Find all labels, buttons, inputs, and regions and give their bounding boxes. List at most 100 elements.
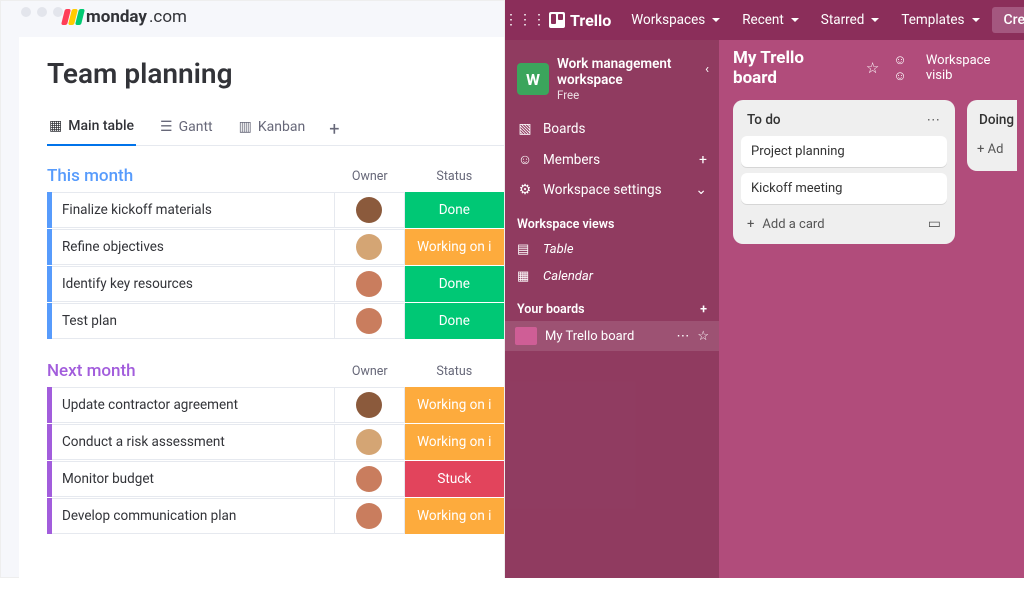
table-row[interactable]: Refine objectives Working on i [47,229,504,265]
workspace-view-label: Calendar [543,269,593,284]
sidebar-section-your-boards: Your boards+ [505,290,719,321]
task-name[interactable]: Conduct a risk assessment [52,424,335,460]
card[interactable]: Project planning [741,136,947,167]
card[interactable]: Kickoff meeting [741,173,947,204]
trello-logo[interactable]: Trello [541,11,619,30]
workspace-view-calendar[interactable]: ▦ Calendar [505,263,719,290]
owner-cell[interactable] [335,424,405,460]
task-name[interactable]: Develop communication plan [52,498,335,534]
board-visibility-button[interactable]: ☺⁣☺Workspace visib [893,52,1024,84]
board-lists: To do⋯ Project planning Kickoff meeting … [733,100,1024,244]
gear-icon: ⚙ [517,182,533,198]
sidebar-collapse-icon[interactable]: ‹ [705,62,709,77]
monday-logo: monday.com [63,7,504,27]
top-menu-workspaces[interactable]: Workspaces [621,8,730,32]
view-tab-gantt[interactable]: ☰Gantt [158,115,215,145]
owner-cell[interactable] [335,229,405,265]
add-card-button[interactable]: + Ad [975,136,1009,163]
avatar [356,197,382,223]
owner-cell[interactable] [335,266,405,302]
top-menu-recent[interactable]: Recent [732,8,809,32]
workspace-header[interactable]: W Work management workspace Free ‹ [505,48,719,114]
trello-app-window: ⋮⋮⋮ Trello Workspaces Recent Starred Tem… [505,0,1024,578]
add-card-label: Add a card [762,217,824,232]
monday-logo-icon [63,9,83,25]
sidebar-item-members[interactable]: ☺Members+ [505,144,719,175]
add-board-icon[interactable]: + [700,302,707,317]
table-row[interactable]: Conduct a risk assessment Working on i [47,424,504,460]
table-row[interactable]: Update contractor agreement Working on i [47,387,504,423]
sidebar-item-boards[interactable]: ▧Boards [505,114,719,144]
task-name[interactable]: Refine objectives [52,229,335,265]
people-icon: ☺⁣☺ [893,52,919,84]
apps-switcher-icon[interactable]: ⋮⋮⋮ [511,6,539,34]
workspace-view-table[interactable]: ▤Table [505,236,719,263]
avatar [356,234,382,260]
top-menu-templates[interactable]: Templates [891,8,989,32]
status-cell[interactable]: Working on i [405,229,504,265]
sidebar-section-workspace-views: Workspace views [505,205,719,236]
status-cell[interactable]: Done [405,192,504,228]
task-name[interactable]: Test plan [52,303,335,339]
star-icon[interactable]: ☆ [866,59,879,77]
top-menu-starred[interactable]: Starred [811,8,890,32]
task-name[interactable]: Finalize kickoff materials [52,192,335,228]
card-template-icon[interactable]: ▭ [928,216,941,232]
owner-cell[interactable] [335,303,405,339]
board-title[interactable]: Team planning [47,57,504,90]
board-item-label: My Trello board [545,329,634,344]
table-row[interactable]: Develop communication plan Working on i [47,498,504,534]
board-title[interactable]: My Trello board [733,48,852,88]
boards-icon: ▧ [517,121,533,137]
owner-cell[interactable] [335,387,405,423]
sidebar-board-item[interactable]: My Trello board ⋯ ☆ [505,321,719,351]
status-cell[interactable]: Done [405,303,504,339]
star-icon[interactable]: ☆ [697,329,709,344]
workspace-plan: Free [557,88,709,102]
create-button[interactable]: Create [992,7,1024,33]
owner-cell[interactable] [335,498,405,534]
view-label: Kanban [258,119,305,135]
chevron-down-icon[interactable]: ⌄ [695,182,707,198]
group-name[interactable]: Next month [47,361,335,381]
add-member-icon[interactable]: + [699,152,707,168]
column-header-status[interactable]: Status [405,364,504,379]
sidebar-item-settings[interactable]: ⚙Workspace settings⌄ [505,175,719,205]
add-view-button[interactable]: + [329,119,339,140]
column-header-owner[interactable]: Owner [335,169,405,184]
board-menu-icon[interactable]: ⋯ [676,329,689,344]
status-cell[interactable]: Done [405,266,504,302]
status-cell[interactable]: Working on i [405,498,504,534]
monday-board-card: Team planning ▦Main table ☰Gantt ▥Kanban… [19,37,504,607]
column-header-status[interactable]: Status [405,169,504,184]
list-menu-icon[interactable]: ⋯ [927,112,942,128]
table-row[interactable]: Identify key resources Done [47,266,504,302]
table-row[interactable]: Monitor budget Stuck [47,461,504,497]
task-name[interactable]: Identify key resources [52,266,335,302]
group-name[interactable]: This month [47,166,335,186]
column-header-owner[interactable]: Owner [335,364,405,379]
board-header: My Trello board ☆ ☺⁣☺Workspace visib [733,50,1024,86]
monday-logo-suffix: .com [149,7,187,27]
status-cell[interactable]: Working on i [405,424,504,460]
status-cell[interactable]: Stuck [405,461,504,497]
table-row[interactable]: Test plan Done [47,303,504,339]
trello-logo-text: Trello [570,11,611,30]
avatar [356,466,382,492]
list-todo[interactable]: To do⋯ Project planning Kickoff meeting … [733,100,955,244]
view-tab-kanban[interactable]: ▥Kanban [237,115,308,145]
workspace-view-label: Table [543,242,574,257]
list-title[interactable]: To do [747,112,781,128]
add-card-button[interactable]: +Add a card▭ [741,210,947,234]
owner-cell[interactable] [335,192,405,228]
status-cell[interactable]: Working on i [405,387,504,423]
task-name[interactable]: Update contractor agreement [52,387,335,423]
list-title[interactable]: Doing [979,112,1014,128]
task-name[interactable]: Monitor budget [52,461,335,497]
trello-sidebar: W Work management workspace Free ‹ ▧Boar… [505,40,719,578]
table-row[interactable]: Finalize kickoff materials Done [47,192,504,228]
list-doing[interactable]: Doing + Ad [967,100,1017,171]
owner-cell[interactable] [335,461,405,497]
calendar-icon: ▦ [517,269,533,284]
view-tab-main-table[interactable]: ▦Main table [47,114,136,146]
